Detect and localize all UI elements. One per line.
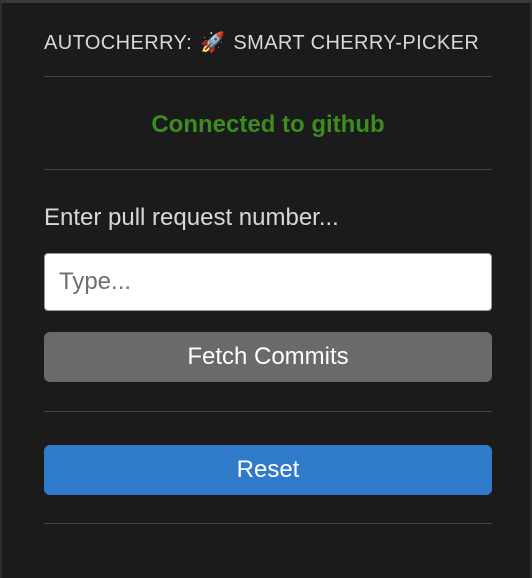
reset-button[interactable]: Reset <box>44 445 492 495</box>
connection-status: Connected to github <box>151 111 385 138</box>
pr-number-input[interactable] <box>44 253 492 311</box>
fetch-commits-button[interactable]: Fetch Commits <box>44 332 492 382</box>
title-suffix: SMART CHERRY-PICKER <box>233 32 480 54</box>
divider <box>44 411 492 412</box>
panel-title: AUTOCHERRY: 🚀 SMART CHERRY-PICKER <box>44 30 494 55</box>
divider <box>44 523 492 524</box>
title-prefix: AUTOCHERRY: <box>44 32 193 54</box>
autocherry-panel: AUTOCHERRY: 🚀 SMART CHERRY-PICKER Connec… <box>0 0 532 578</box>
pr-number-label: Enter pull request number... <box>44 204 339 231</box>
rocket-icon: 🚀 <box>200 32 226 54</box>
divider <box>44 76 492 77</box>
divider <box>44 169 492 170</box>
